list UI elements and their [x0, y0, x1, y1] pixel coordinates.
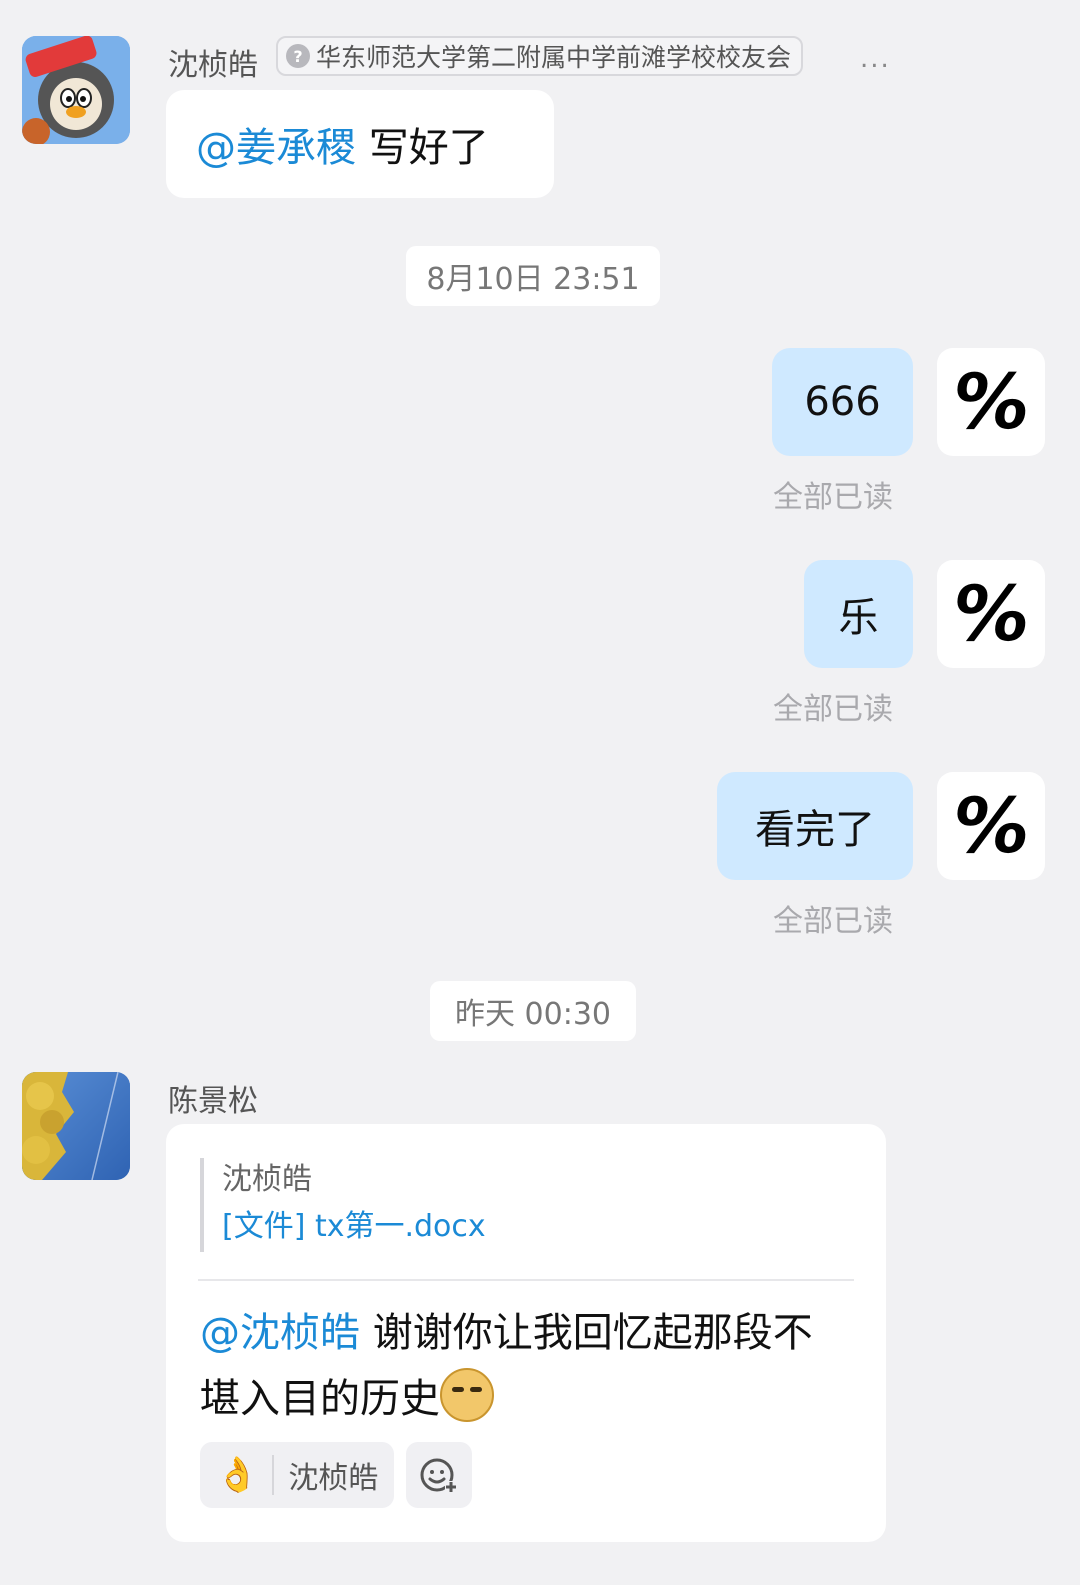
self-avatar[interactable]: %: [937, 348, 1045, 456]
reaction-separator: [272, 1455, 275, 1495]
timestamp: 8月10日 23:51: [406, 246, 660, 306]
quote-file-link[interactable]: [文件] tx第一.docx: [222, 1202, 486, 1252]
timestamp: 昨天 00:30: [430, 981, 636, 1041]
mention-link[interactable]: @姜承稷: [196, 115, 356, 173]
ok-hand-icon: 👌: [216, 1455, 259, 1495]
reactions-bar: 👌 沈桢皓: [200, 1442, 473, 1508]
divider: [198, 1279, 854, 1281]
doge-emoji-icon: [440, 1368, 494, 1422]
quoted-message[interactable]: 沈桢皓 [文件] tx第一.docx: [200, 1158, 486, 1252]
sender-avatar[interactable]: [22, 1072, 130, 1180]
reply-message-bubble[interactable]: 沈桢皓 [文件] tx第一.docx @沈桢皓 谢谢你让我回忆起那段不堪入目的历…: [166, 1124, 886, 1542]
group-title-badge[interactable]: ? 华东师范大学第二附属中学前滩学校校友会: [276, 36, 804, 76]
group-badge-text: 华东师范大学第二附属中学前滩学校校友会: [316, 43, 792, 72]
emoji-add-icon: [420, 1458, 458, 1493]
message-text-block: @沈桢皓 谢谢你让我回忆起那段不堪入目的历史: [200, 1300, 850, 1432]
sender-avatar[interactable]: [22, 36, 130, 144]
self-avatar-glyph: %: [946, 569, 1036, 658]
sender-name[interactable]: 陈景松: [168, 1076, 258, 1120]
add-reaction-button[interactable]: [406, 1442, 473, 1508]
reaction-user: 沈桢皓: [288, 1461, 379, 1496]
message-bubble[interactable]: @姜承稷 写好了: [166, 90, 554, 198]
self-avatar[interactable]: %: [937, 772, 1045, 880]
reaction-chip[interactable]: 👌 沈桢皓: [200, 1442, 395, 1508]
read-status: 全部已读: [773, 480, 893, 515]
self-avatar[interactable]: %: [937, 560, 1045, 668]
self-avatar-glyph: %: [946, 781, 1036, 870]
quote-sender: 沈桢皓: [222, 1162, 312, 1197]
read-status: 全部已读: [773, 692, 893, 727]
self-avatar-glyph: %: [946, 357, 1036, 446]
self-message-bubble[interactable]: 看完了: [717, 772, 913, 880]
sender-name[interactable]: 沈桢皓: [168, 40, 258, 84]
mention-link[interactable]: @沈桢皓: [200, 1310, 360, 1356]
message-text: 写好了: [356, 125, 489, 171]
read-status: 全部已读: [773, 904, 893, 939]
question-badge-icon: ?: [286, 44, 310, 68]
more-icon[interactable]: ...: [860, 44, 891, 74]
self-message-bubble[interactable]: 666: [772, 348, 913, 456]
self-message-bubble[interactable]: 乐: [804, 560, 913, 668]
